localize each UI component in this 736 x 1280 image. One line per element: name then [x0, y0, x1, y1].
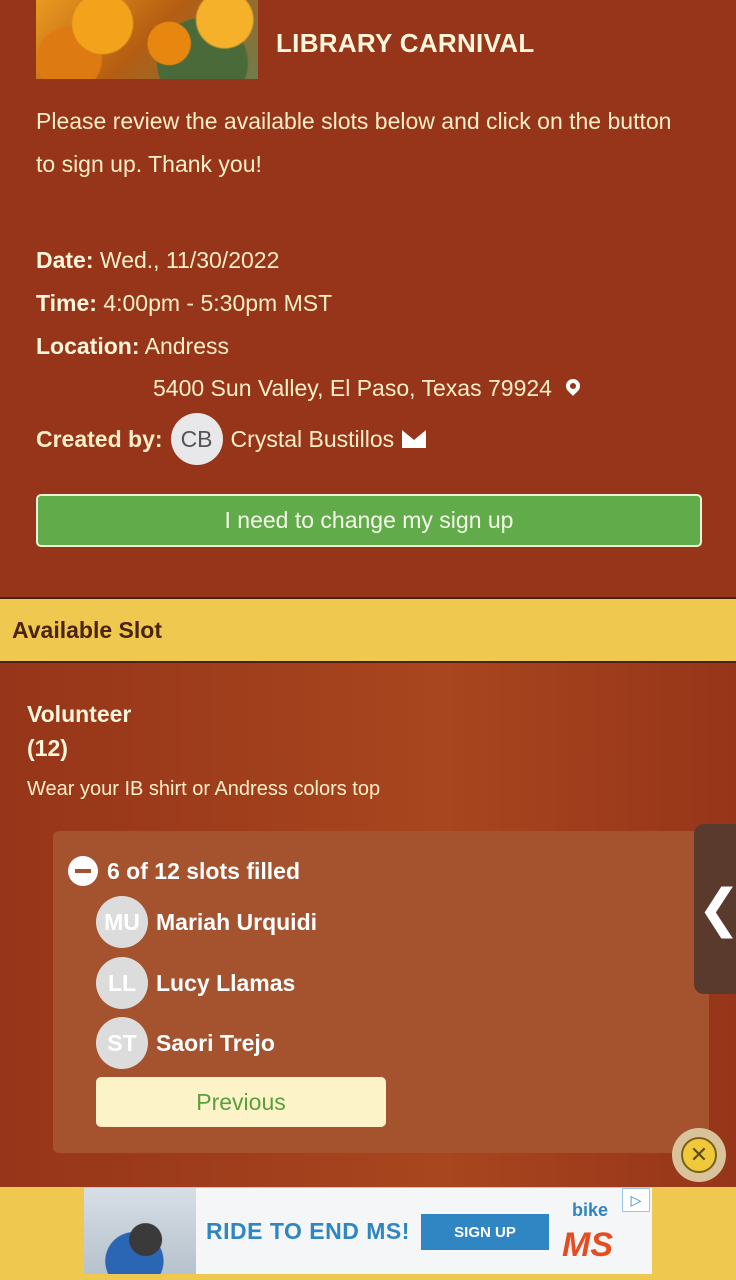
address-row[interactable]: 5400 Sun Valley, El Paso, Texas 79924: [153, 375, 583, 402]
person-name: Mariah Urquidi: [156, 908, 318, 935]
map-pin-icon[interactable]: [563, 375, 583, 396]
close-ad-button[interactable]: ✕: [672, 1128, 726, 1182]
event-title: LIBRARY CARNIVAL: [276, 28, 535, 58]
creator-name: Crystal Bustillos: [230, 425, 395, 452]
event-banner-image: [36, 0, 258, 79]
date-value: Wed., 11/30/2022: [99, 247, 280, 273]
person-name: Lucy Llamas: [156, 969, 296, 996]
avatar: CB: [170, 413, 223, 465]
avatar: ST: [96, 1017, 148, 1069]
slot-name: Volunteer: [27, 701, 132, 727]
ad-headline[interactable]: RIDE TO END MS!: [206, 1218, 410, 1245]
ad-signup-button[interactable]: SIGN UP: [421, 1214, 549, 1250]
ad-brand-logo: MS: [562, 1226, 613, 1264]
list-item: ST Saori Trejo: [96, 1017, 275, 1069]
time-label: Time:: [36, 290, 97, 316]
date-label: Date:: [36, 247, 94, 273]
date-row: Date: Wed., 11/30/2022: [36, 247, 279, 274]
location-value: Andress: [144, 333, 229, 359]
list-item: MU Mariah Urquidi: [96, 896, 317, 948]
slot-count: (12): [27, 735, 68, 761]
avatar: LL: [96, 957, 148, 1009]
close-icon[interactable]: ✕: [681, 1137, 717, 1173]
change-signup-button[interactable]: I need to change my sign up: [36, 494, 702, 547]
ad-banner[interactable]: RIDE TO END MS! SIGN UP bike MS ▷: [84, 1188, 652, 1274]
filled-count: 6 of 12 slots filled: [107, 857, 300, 884]
event-intro: Please review the available slots below …: [36, 108, 672, 177]
time-value: 4:00pm - 5:30pm MST: [103, 290, 333, 316]
side-drawer-tab[interactable]: ❮: [694, 824, 736, 994]
ad-brand-top: bike: [572, 1200, 609, 1220]
created-by-row: Created by: CB Crystal Bustillos: [36, 413, 427, 465]
slot-title: Volunteer (12): [27, 697, 131, 765]
filled-slots-toggle[interactable]: 6 of 12 slots filled: [68, 856, 300, 886]
collapse-icon[interactable]: [68, 856, 98, 886]
chevron-left-icon[interactable]: ❮: [697, 879, 736, 939]
mail-icon[interactable]: [402, 430, 427, 448]
available-slot-header: Available Slot: [0, 597, 736, 663]
location-label: Location:: [36, 333, 140, 359]
address-text[interactable]: 5400 Sun Valley, El Paso, Texas 79924: [153, 375, 552, 402]
time-row: Time: 4:00pm - 5:30pm MST: [36, 290, 332, 317]
ad-image: [84, 1188, 196, 1274]
person-name: Saori Trejo: [156, 1029, 275, 1056]
created-by-label: Created by:: [36, 425, 163, 452]
ad-choices-icon[interactable]: ▷: [622, 1188, 650, 1212]
previous-button[interactable]: Previous: [96, 1077, 386, 1127]
list-item: LL Lucy Llamas: [96, 957, 295, 1009]
avatar: MU: [96, 896, 148, 948]
slot-note: Wear your IB shirt or Andress colors top: [27, 778, 381, 800]
location-row: Location: Andress: [36, 333, 229, 360]
